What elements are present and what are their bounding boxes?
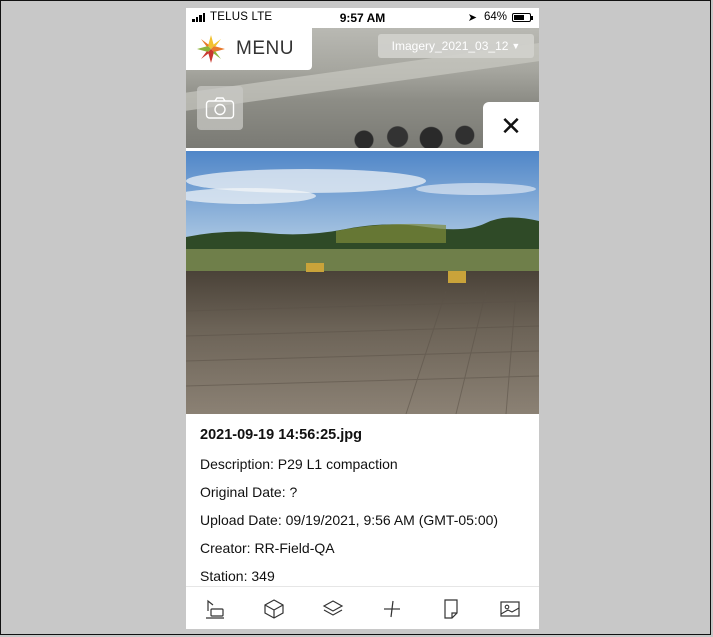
photo-upload-date: Upload Date: 09/19/2021, 9:56 AM (GMT-05… — [200, 512, 499, 528]
add-point-button[interactable] — [378, 595, 406, 623]
photo-filename: 2021-09-19 14:56:25.jpg — [200, 427, 363, 443]
phone-screen: TELUS LTE 9:57 AM ➤ 64% MENU Imagery_202… — [186, 8, 539, 629]
status-bar: TELUS LTE 9:57 AM ➤ 64% — [186, 8, 539, 28]
imagery-layer-dropdown[interactable]: Imagery_2021_03_12 ▼ — [378, 34, 534, 58]
location-arrow-icon: ➤ — [467, 12, 477, 24]
close-button[interactable]: ✕ — [483, 102, 539, 150]
site-photo[interactable] — [186, 151, 539, 414]
menu-label: MENU — [236, 38, 294, 59]
close-icon: ✕ — [500, 110, 522, 141]
photo-description: Description: P29 L1 compaction — [200, 456, 398, 472]
bottom-toolbar — [186, 586, 539, 629]
chevron-down-icon: ▼ — [511, 41, 521, 51]
photo-details: 2021-09-19 14:56:25.jpg Description: P29… — [200, 425, 530, 594]
camera-icon — [205, 97, 235, 119]
photo-original-date: Original Date: ? — [200, 484, 298, 500]
layers-icon — [322, 599, 344, 616]
measure-tool-icon — [206, 599, 225, 619]
battery-icon — [512, 13, 533, 22]
3d-view-button[interactable] — [260, 595, 288, 623]
photo-creator: Creator: RR-Field-QA — [200, 540, 335, 556]
documents-button[interactable] — [437, 595, 465, 623]
layers-button[interactable] — [319, 595, 347, 623]
cube-icon — [264, 598, 284, 619]
plus-crosshair-icon — [383, 600, 400, 617]
battery-percent: 64% — [483, 11, 507, 23]
menu-button[interactable]: MENU — [186, 28, 312, 70]
app-logo-icon — [197, 35, 225, 63]
photos-button[interactable] — [496, 595, 524, 623]
imagery-layer-value: Imagery_2021_03_12 — [391, 39, 509, 53]
measure-tool-button[interactable] — [201, 595, 229, 623]
document-icon — [444, 598, 458, 619]
camera-button[interactable] — [197, 86, 243, 130]
image-gallery-icon — [499, 600, 520, 617]
